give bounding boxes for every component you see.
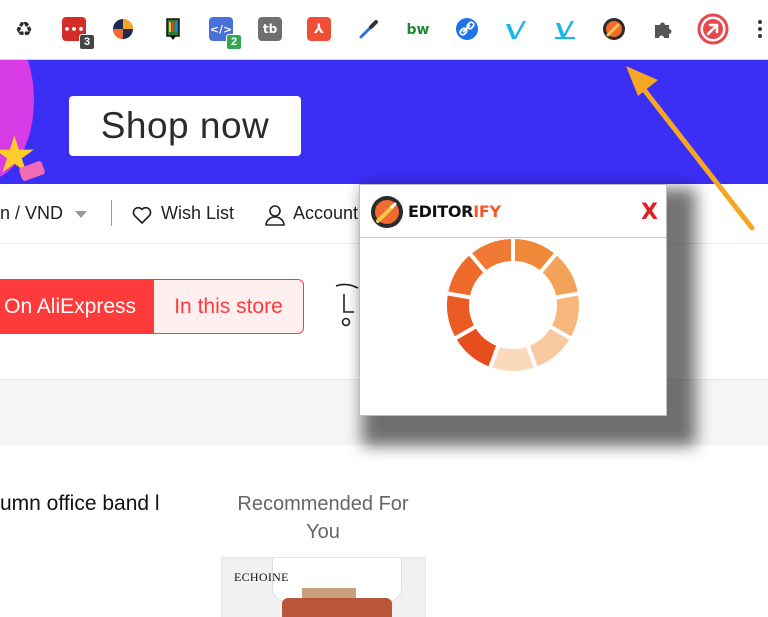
chrome-menu-icon[interactable] [752, 16, 768, 42]
link-extension-icon[interactable] [454, 16, 480, 42]
spinner-segment [456, 328, 497, 367]
user-icon[interactable] [264, 203, 286, 227]
vimeo-record-extension-icon[interactable] [552, 16, 578, 42]
popup-header: EDITORIFY X [360, 185, 666, 238]
close-button[interactable]: X [641, 202, 658, 224]
recommended-heading-line2: You [306, 521, 340, 543]
extension-red-square-icon[interactable]: ⅄ [306, 16, 332, 42]
spinner-segment [447, 295, 474, 337]
spinner-segment [448, 255, 484, 296]
promo-banner: ★ Shop now [0, 60, 768, 184]
product-image-skirt [282, 598, 392, 617]
wish-list-link[interactable]: Wish List [161, 203, 234, 224]
search-in-store-button[interactable]: In this store [154, 279, 304, 334]
svg-text:bw: bw [407, 22, 430, 38]
editorify-logo-icon [371, 196, 403, 228]
recommended-heading: Recommended For You [222, 490, 424, 546]
svg-text:♻: ♻ [15, 17, 33, 41]
spinner-segment [472, 239, 512, 271]
cart-icon[interactable] [330, 282, 360, 328]
search-scope-group: On AliExpress In this store [0, 279, 304, 334]
recycle-extension-icon[interactable]: ♻ [11, 16, 37, 42]
product-brand-label: ECHOINE [234, 570, 289, 584]
search-on-aliexpress-button[interactable]: On AliExpress [0, 279, 154, 334]
shop-now-button[interactable]: Shop now [69, 96, 301, 156]
color-picker-extension-icon[interactable] [356, 16, 382, 42]
product-title[interactable]: umn office band l [0, 492, 160, 516]
code-extension-icon[interactable]: </> 2 [208, 16, 242, 50]
recommended-heading-line1: Recommended For [237, 493, 409, 515]
spinner-segment [514, 239, 554, 271]
lastpass-badge: 3 [79, 34, 95, 50]
heart-icon[interactable] [131, 204, 153, 226]
swirl-extension-icon[interactable] [110, 16, 136, 42]
language-currency-selector[interactable]: n / VND [0, 203, 63, 224]
loading-spinner-icon [447, 239, 579, 371]
code-extension-badge: 2 [226, 34, 242, 50]
editorify-extension-icon[interactable] [601, 16, 627, 42]
account-link[interactable]: Account [293, 203, 358, 224]
spinner-segment [529, 328, 570, 367]
spinner-segment [552, 295, 579, 337]
nav-divider [111, 200, 112, 226]
editorify-popup: EDITORIFY X [359, 184, 667, 416]
extensions-puzzle-icon[interactable] [650, 16, 676, 42]
vimeo-extension-icon[interactable] [503, 16, 529, 42]
extensions-toolbar: ♻ ••• 3 </> 2 tb ⅄ bw [0, 0, 768, 60]
wordmark-prefix: EDITOR [408, 202, 474, 221]
tb-extension-icon[interactable]: tb [257, 16, 283, 42]
spinner-segment [492, 346, 534, 371]
recommended-product-card[interactable]: ECHOINE [221, 557, 426, 617]
spinner-segment [542, 255, 578, 296]
chevron-down-icon[interactable] [75, 211, 87, 218]
lastpass-extension-icon[interactable]: ••• 3 [61, 16, 95, 50]
red-arrow-extension-icon[interactable] [697, 13, 729, 45]
bw-extension-icon[interactable]: bw [405, 16, 431, 42]
marker-extension-icon[interactable] [160, 16, 186, 42]
wordmark-suffix: IFY [473, 202, 501, 221]
editorify-wordmark: EDITORIFY [408, 202, 501, 221]
